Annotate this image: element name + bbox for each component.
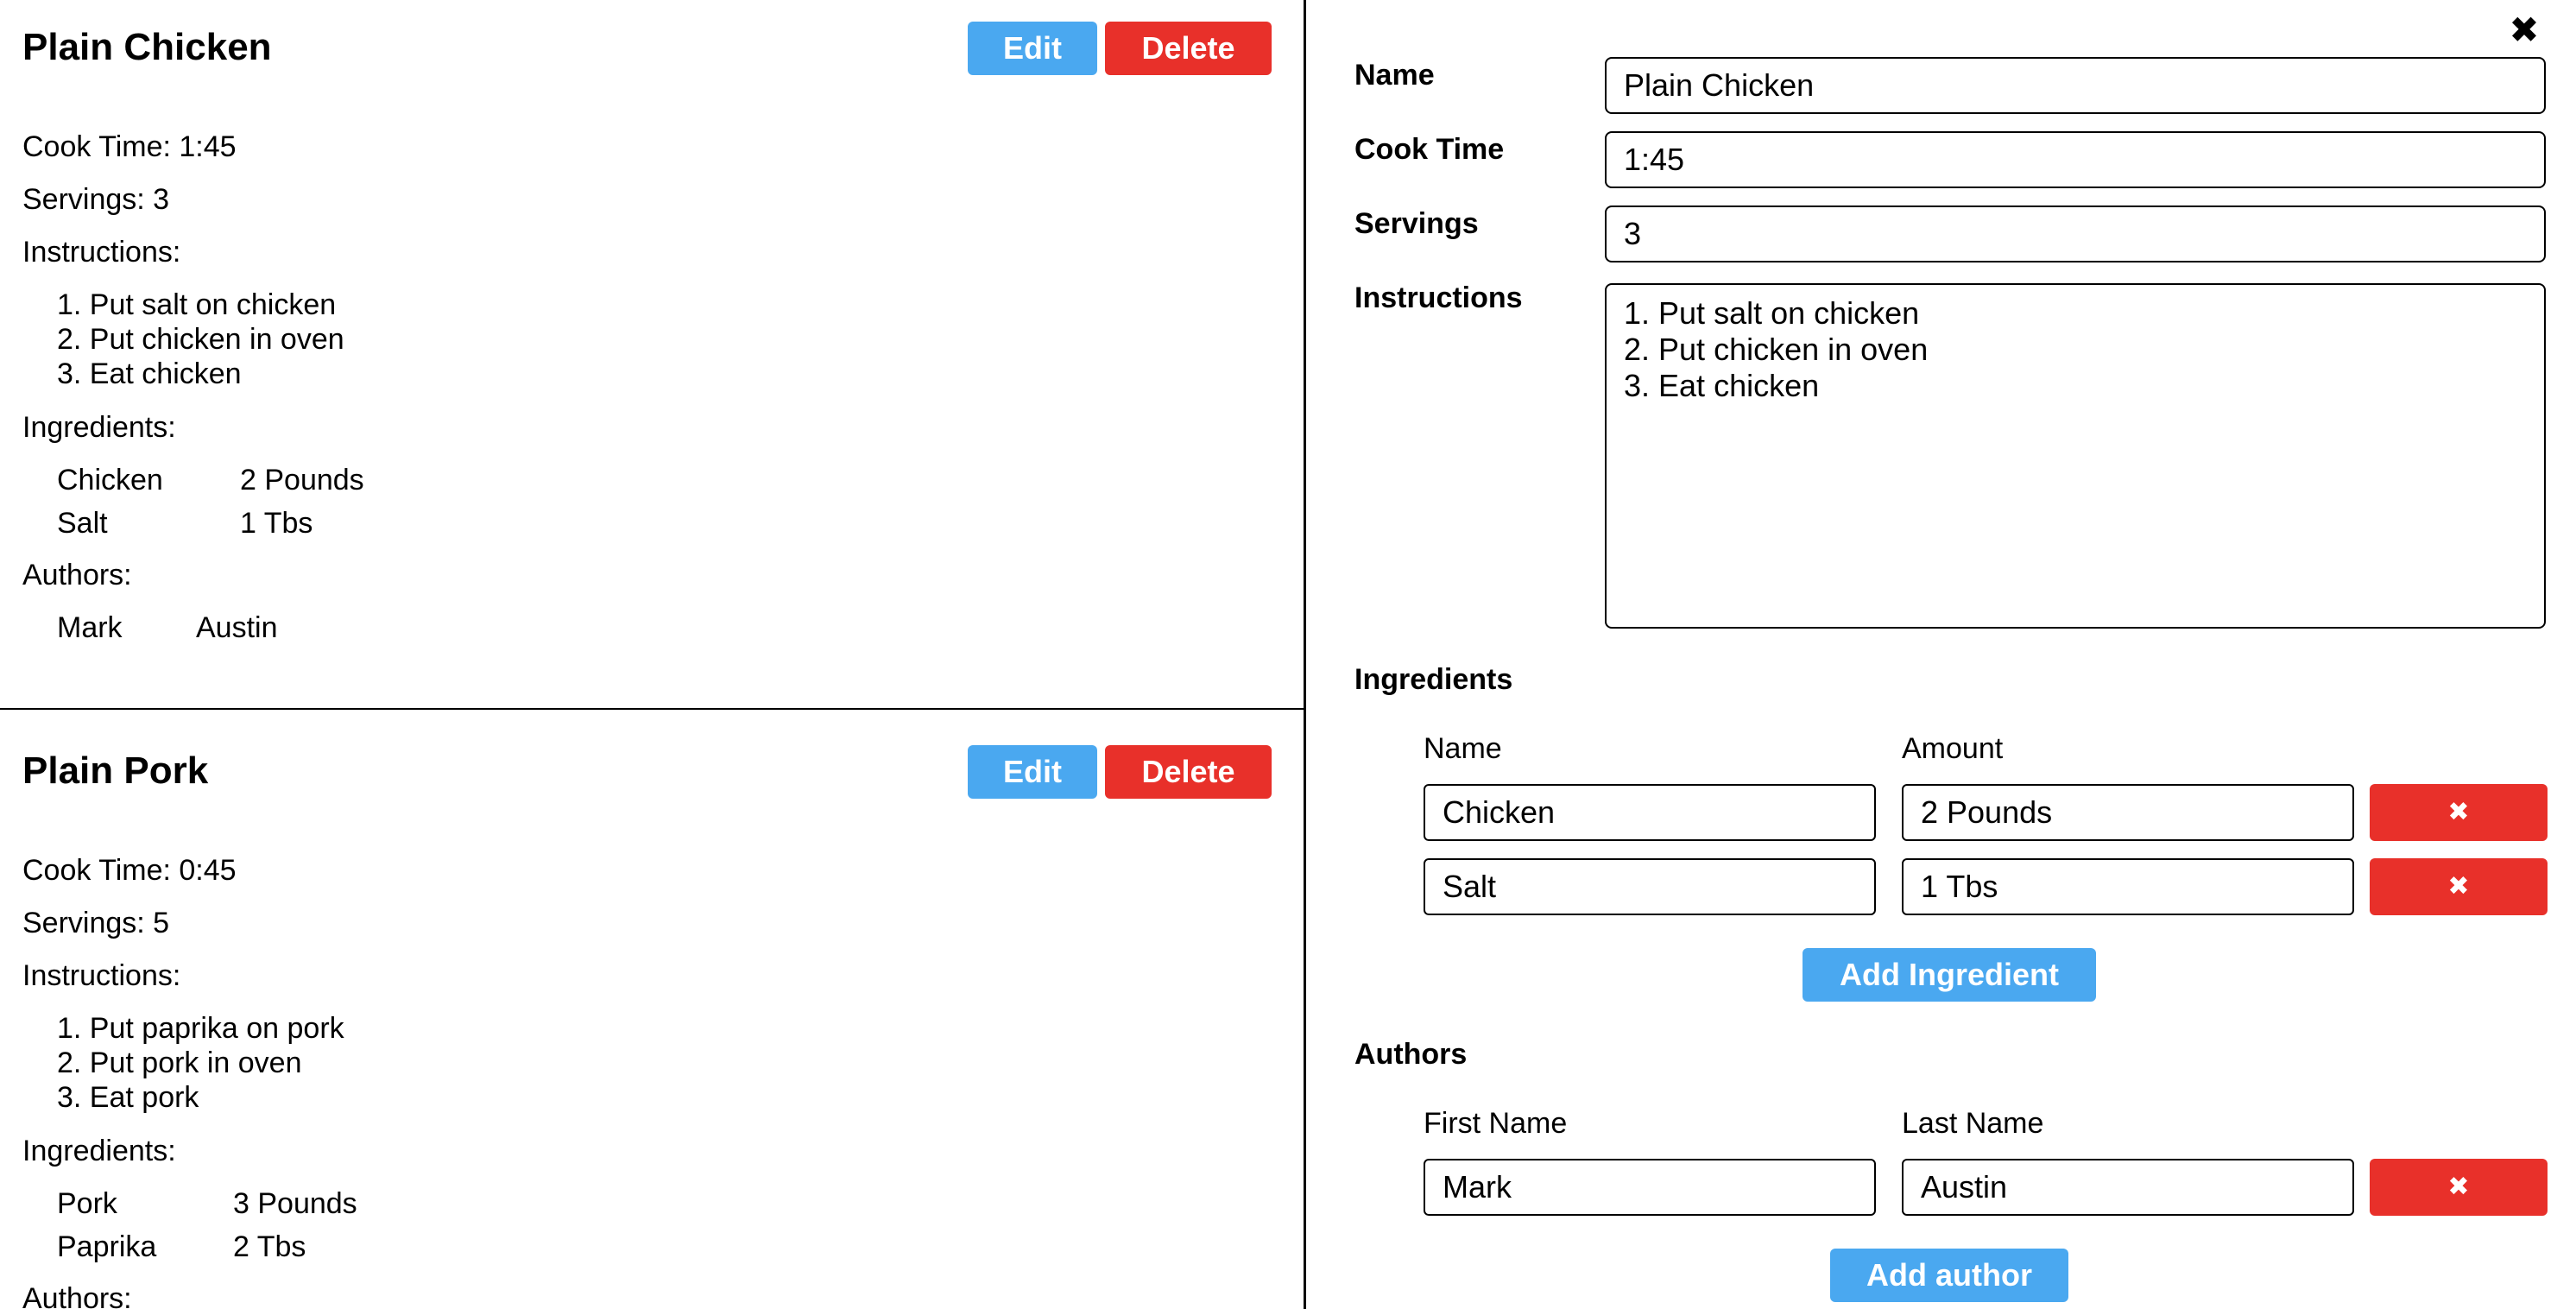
delete-button[interactable]: Delete <box>1105 745 1272 799</box>
ingredient-row: Chicken 2 Pounds <box>57 463 364 497</box>
delete-button[interactable]: Delete <box>1105 22 1272 75</box>
ingredient-name: Pork <box>57 1187 117 1220</box>
recipe-title: Plain Pork <box>22 749 209 792</box>
instruction-step: 1. Put paprika on pork <box>57 1012 344 1045</box>
instructions-label: Instructions: <box>22 236 181 269</box>
instruction-step: 2. Put chicken in oven <box>57 323 344 356</box>
ingredient-row: Pork 3 Pounds <box>57 1186 357 1221</box>
servings-field[interactable] <box>1605 206 2546 262</box>
remove-author-button[interactable]: ✖ <box>2370 1159 2548 1216</box>
ingredient-row: Paprika 2 Tbs <box>57 1230 306 1264</box>
instructions-label: Instructions: <box>22 959 181 992</box>
ingredient-name-field[interactable] <box>1424 784 1876 841</box>
authors-label: Authors: <box>22 1282 132 1309</box>
last-name-header: Last Name <box>1902 1107 2044 1140</box>
cook-time: Cook Time: 1:45 <box>22 130 237 163</box>
ingredient-name-field[interactable] <box>1424 858 1876 915</box>
edit-recipe-panel: ✖ Name Cook Time Servings Instructions I… <box>1306 0 2576 1309</box>
author-first-name: Mark <box>57 611 123 644</box>
instruction-step: 2. Put pork in oven <box>57 1047 302 1079</box>
ingredient-amount: 3 Pounds <box>233 1187 357 1220</box>
recipe-card: Plain Chicken Edit Delete Cook Time: 1:4… <box>0 0 1305 710</box>
cook-time-field[interactable] <box>1605 131 2546 188</box>
ingredient-amount-field[interactable] <box>1902 784 2354 841</box>
add-author-button[interactable]: Add author <box>1830 1249 2068 1302</box>
remove-icon: ✖ <box>2447 1173 2470 1201</box>
ingredient-row: Salt 1 Tbs <box>57 506 313 541</box>
author-last-name-field[interactable] <box>1902 1159 2354 1216</box>
recipe-title: Plain Chicken <box>22 26 272 68</box>
ingredient-name: Salt <box>57 507 108 540</box>
ingredient-amount-field[interactable] <box>1902 858 2354 915</box>
first-name-header: First Name <box>1424 1107 1568 1140</box>
instructions-field[interactable] <box>1605 283 2546 629</box>
ingredient-amount: 2 Pounds <box>240 464 364 496</box>
author-first-name-field[interactable] <box>1424 1159 1876 1216</box>
remove-ingredient-button[interactable]: ✖ <box>2370 858 2548 915</box>
servings: Servings: 3 <box>22 183 170 216</box>
instructions-label: Instructions <box>1354 281 1523 314</box>
instructions-list: 1. Put paprika on pork 2. Put pork in ov… <box>57 1011 344 1115</box>
instruction-step: 3. Eat pork <box>57 1081 199 1114</box>
cook-time: Cook Time: 0:45 <box>22 854 237 887</box>
edit-button[interactable]: Edit <box>968 22 1097 75</box>
author-row: Mark Austin <box>57 610 278 645</box>
ingredients-label: Ingredients: <box>22 411 176 444</box>
servings-label: Servings <box>1354 207 1479 240</box>
add-ingredient-button[interactable]: Add Ingredient <box>1803 948 2096 1002</box>
author-last-name: Austin <box>196 611 278 644</box>
edit-button[interactable]: Edit <box>968 745 1097 799</box>
ingredient-name-header: Name <box>1424 732 1502 765</box>
ingredient-amount: 1 Tbs <box>240 507 313 540</box>
instruction-step: 1. Put salt on chicken <box>57 288 337 321</box>
ingredient-name: Paprika <box>57 1230 157 1263</box>
cook-time-label: Cook Time <box>1354 133 1505 166</box>
authors-section-title: Authors <box>1354 1038 1468 1071</box>
ingredients-section-title: Ingredients <box>1354 663 1513 696</box>
ingredients-label: Ingredients: <box>22 1135 176 1167</box>
instructions-list: 1. Put salt on chicken 2. Put chicken in… <box>57 288 344 391</box>
instruction-step: 3. Eat chicken <box>57 357 242 390</box>
recipe-card: Plain Pork Edit Delete Cook Time: 0:45 S… <box>0 724 1305 1309</box>
servings: Servings: 5 <box>22 907 170 939</box>
ingredient-amount-header: Amount <box>1902 732 2004 765</box>
close-icon[interactable]: ✖ <box>2504 10 2544 50</box>
name-label: Name <box>1354 59 1435 92</box>
ingredient-name: Chicken <box>57 464 163 496</box>
remove-icon: ✖ <box>2447 872 2470 901</box>
remove-icon: ✖ <box>2447 798 2470 826</box>
authors-label: Authors: <box>22 559 132 591</box>
recipe-list: Plain Chicken Edit Delete Cook Time: 1:4… <box>0 0 1305 1309</box>
ingredient-amount: 2 Tbs <box>233 1230 306 1263</box>
name-field[interactable] <box>1605 57 2546 114</box>
remove-ingredient-button[interactable]: ✖ <box>2370 784 2548 841</box>
